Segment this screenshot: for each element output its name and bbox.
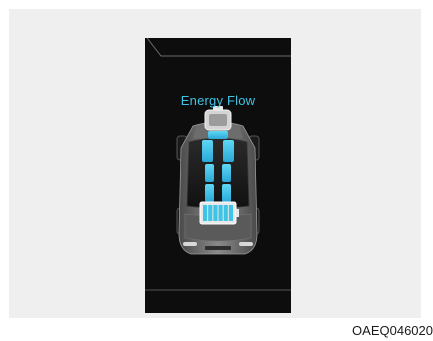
engine-icon bbox=[204, 106, 232, 131]
battery-cell bbox=[208, 205, 213, 221]
battery-cell bbox=[218, 205, 223, 221]
figure-code: OAEQ046020 bbox=[352, 323, 433, 338]
battery-cell bbox=[228, 205, 233, 221]
battery-icon bbox=[199, 201, 239, 225]
battery-cell bbox=[223, 205, 228, 221]
vehicle-icon bbox=[176, 121, 260, 255]
battery-cell bbox=[203, 205, 208, 221]
energy-flow-graphic bbox=[145, 38, 291, 291]
bezel-line bbox=[146, 38, 291, 57]
screen-title: Energy Flow bbox=[180, 93, 256, 108]
energy-flow-screen: Energy Flow bbox=[145, 38, 291, 313]
battery-cell bbox=[213, 205, 218, 221]
